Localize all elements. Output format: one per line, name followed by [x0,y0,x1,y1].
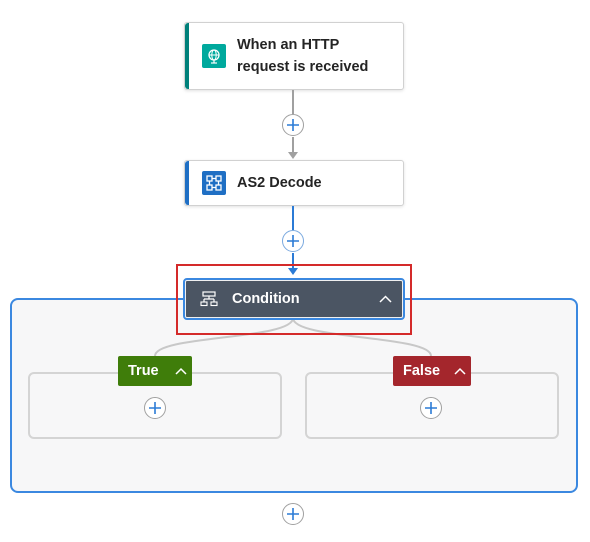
condition-title: Condition [232,291,300,307]
plus-icon [287,508,299,520]
chevron-up-icon[interactable] [449,367,471,375]
plus-icon [149,402,161,414]
chevron-up-icon[interactable] [170,367,192,375]
true-branch-header[interactable]: True [118,356,192,386]
chevron-up-icon[interactable] [379,295,392,303]
add-false-action-button[interactable] [420,397,442,419]
condition-icon [200,291,218,307]
false-branch-label: False [403,363,441,379]
add-true-action-button[interactable] [144,397,166,419]
plus-icon [425,402,437,414]
condition-card[interactable]: Condition [183,278,405,320]
add-step-button[interactable] [282,503,304,525]
true-branch-label: True [128,363,159,379]
false-branch-header[interactable]: False [393,356,471,386]
